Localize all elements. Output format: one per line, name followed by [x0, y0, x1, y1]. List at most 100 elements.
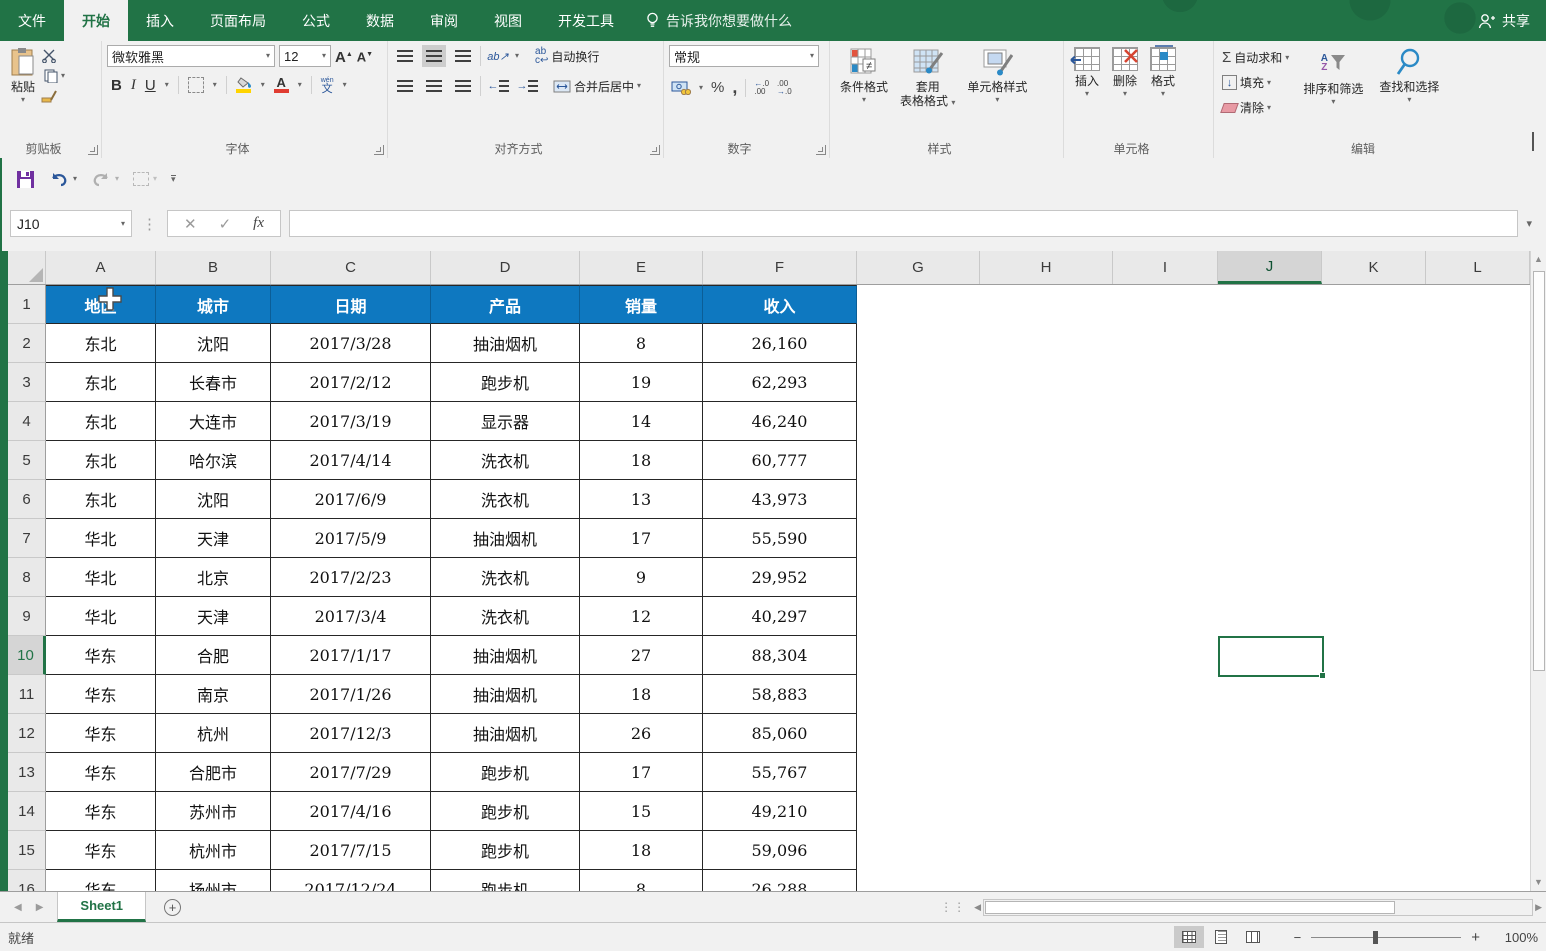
cell-E13[interactable]: 17	[580, 753, 703, 792]
orientation-icon[interactable]: ab↗	[486, 45, 510, 67]
undo-button[interactable]: ▾	[49, 171, 77, 187]
sort-filter-button[interactable]: AZ 排序和筛选▾	[1298, 45, 1368, 141]
scroll-up-arrow[interactable]: ▲	[1534, 251, 1543, 268]
italic-button[interactable]: I	[131, 77, 136, 94]
fill-color-dropdown[interactable]: ▾	[261, 82, 265, 88]
cell-E10[interactable]: 27	[580, 636, 703, 675]
insert-cells-button[interactable]: 插入▾	[1069, 45, 1105, 141]
cell-B5[interactable]: 哈尔滨	[156, 441, 271, 480]
cell-A7[interactable]: 华北	[46, 519, 156, 558]
cell-E16[interactable]: 8	[580, 870, 703, 891]
cell-D3[interactable]: 跑步机	[431, 363, 580, 402]
cell-D6[interactable]: 洗衣机	[431, 480, 580, 519]
cell-C11[interactable]: 2017/1/26	[271, 675, 431, 714]
expand-formula-bar-icon[interactable]: ▾	[1518, 217, 1540, 230]
cell-C8[interactable]: 2017/2/23	[271, 558, 431, 597]
column-header-H[interactable]: H	[980, 251, 1113, 284]
zoom-in-button[interactable]: +	[1471, 929, 1480, 946]
cell-B4[interactable]: 大连市	[156, 402, 271, 441]
tab-开发工具[interactable]: 开发工具	[540, 0, 632, 41]
cell-A9[interactable]: 华北	[46, 597, 156, 636]
borders-icon[interactable]	[188, 77, 204, 93]
cell-A14[interactable]: 华东	[46, 792, 156, 831]
column-header-E[interactable]: E	[580, 251, 703, 284]
row-header-8[interactable]: 8	[8, 558, 46, 597]
zoom-out-button[interactable]: −	[1294, 930, 1302, 945]
cell-E7[interactable]: 17	[580, 519, 703, 558]
cell-B13[interactable]: 合肥市	[156, 753, 271, 792]
cell-F10[interactable]: 88,304	[703, 636, 857, 675]
column-header-I[interactable]: I	[1113, 251, 1218, 284]
fill-button[interactable]: ↓填充▾	[1219, 73, 1292, 92]
font-color-dropdown[interactable]: ▾	[298, 82, 302, 88]
column-header-L[interactable]: L	[1426, 251, 1530, 284]
column-header-C[interactable]: C	[271, 251, 431, 284]
cell-A16[interactable]: 华东	[46, 870, 156, 891]
sheet-nav-left-icon[interactable]: ◀	[14, 902, 22, 913]
cell-F6[interactable]: 43,973	[703, 480, 857, 519]
cell-C15[interactable]: 2017/7/15	[271, 831, 431, 870]
column-header-K[interactable]: K	[1322, 251, 1426, 284]
cell-E4[interactable]: 14	[580, 402, 703, 441]
horizontal-scrollbar[interactable]: ⋮⋮ ◀ ▶	[934, 892, 1546, 922]
cell-A10[interactable]: 华东	[46, 636, 156, 675]
accounting-dropdown[interactable]: ▾	[699, 85, 703, 91]
wrap-text-button[interactable]: abc↩自动换行	[532, 46, 602, 66]
percent-style-button[interactable]: %	[711, 79, 724, 96]
insert-function-icon[interactable]: fx	[253, 215, 264, 232]
row-header-12[interactable]: 12	[8, 714, 46, 753]
qat-disabled-button[interactable]: ▾	[133, 172, 157, 186]
decrease-indent-icon[interactable]: ←	[486, 75, 510, 97]
cell-D11[interactable]: 抽油烟机	[431, 675, 580, 714]
row-header-11[interactable]: 11	[8, 675, 46, 714]
borders-dropdown[interactable]: ▾	[213, 82, 217, 88]
tab-文件[interactable]: 文件	[0, 0, 64, 41]
cell-E11[interactable]: 18	[580, 675, 703, 714]
cell-A3[interactable]: 东北	[46, 363, 156, 402]
vertical-scroll-thumb[interactable]	[1533, 271, 1545, 671]
align-top-icon[interactable]	[393, 45, 417, 67]
format-as-table-button[interactable]: 套用表格格式 ▾	[895, 45, 960, 141]
row-header-16[interactable]: 16	[8, 870, 46, 891]
collapse-ribbon-button[interactable]	[1532, 134, 1534, 152]
cell-D14[interactable]: 跑步机	[431, 792, 580, 831]
row-header-2[interactable]: 2	[8, 324, 46, 363]
decrease-decimal-button[interactable]: .00→.0	[777, 80, 792, 96]
cell-F4[interactable]: 46,240	[703, 402, 857, 441]
font-size-combo[interactable]: 12▾	[279, 45, 331, 67]
merge-center-button[interactable]: 合并后居中▾	[550, 77, 644, 96]
cell-C2[interactable]: 2017/3/28	[271, 324, 431, 363]
cell-F15[interactable]: 59,096	[703, 831, 857, 870]
share-button[interactable]: 共享	[1462, 0, 1546, 41]
cell-B12[interactable]: 杭州	[156, 714, 271, 753]
cell-F12[interactable]: 85,060	[703, 714, 857, 753]
sheet-nav-right-icon[interactable]: ▶	[36, 902, 44, 913]
cell-D8[interactable]: 洗衣机	[431, 558, 580, 597]
phonetic-guide-button[interactable]: wén文	[321, 77, 334, 93]
cell-C1[interactable]: 日期	[271, 285, 431, 324]
column-header-B[interactable]: B	[156, 251, 271, 284]
cell-E2[interactable]: 8	[580, 324, 703, 363]
delete-cells-button[interactable]: 删除▾	[1107, 45, 1143, 141]
row-header-13[interactable]: 13	[8, 753, 46, 792]
cell-D4[interactable]: 显示器	[431, 402, 580, 441]
cell-B9[interactable]: 天津	[156, 597, 271, 636]
align-right-icon[interactable]	[451, 75, 475, 97]
find-select-button[interactable]: 查找和选择▾	[1374, 45, 1444, 141]
cell-B1[interactable]: 城市	[156, 285, 271, 324]
cell-F13[interactable]: 55,767	[703, 753, 857, 792]
row-header-5[interactable]: 5	[8, 441, 46, 480]
row-header-15[interactable]: 15	[8, 831, 46, 870]
cell-E12[interactable]: 26	[580, 714, 703, 753]
cell-B16[interactable]: 扬州市	[156, 870, 271, 891]
increase-decimal-button[interactable]: ←.0.00	[754, 80, 769, 96]
cell-E3[interactable]: 19	[580, 363, 703, 402]
row-header-9[interactable]: 9	[8, 597, 46, 636]
row-header-6[interactable]: 6	[8, 480, 46, 519]
cell-C14[interactable]: 2017/4/16	[271, 792, 431, 831]
cell-C6[interactable]: 2017/6/9	[271, 480, 431, 519]
format-painter-icon[interactable]	[41, 89, 57, 103]
increase-indent-icon[interactable]: →	[515, 75, 539, 97]
fill-color-button[interactable]	[236, 77, 252, 93]
row-header-4[interactable]: 4	[8, 402, 46, 441]
